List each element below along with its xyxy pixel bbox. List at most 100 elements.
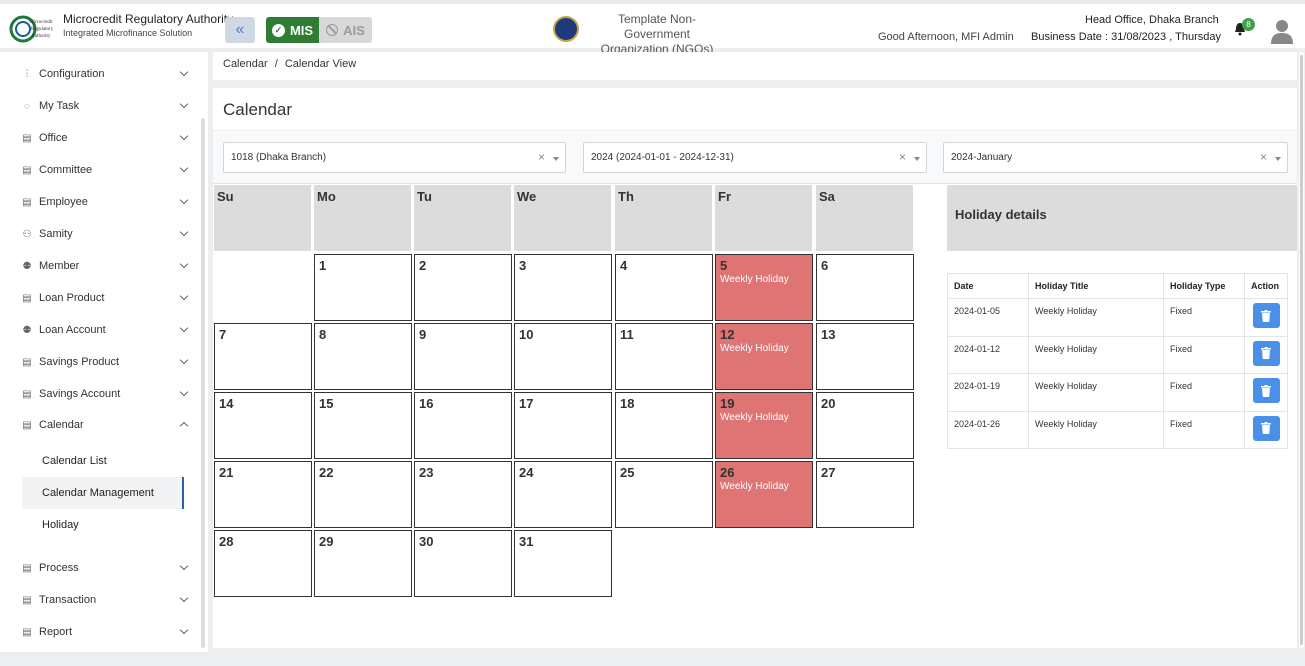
svg-text:Regulatory: Regulatory bbox=[31, 27, 54, 32]
sidebar-item-member[interactable]: ⚉ Member bbox=[21, 256, 191, 276]
sidebar-item-transaction[interactable]: ▤ Transaction bbox=[21, 590, 191, 610]
ais-toggle-button[interactable]: AIS bbox=[319, 17, 372, 43]
calendar-day-cell[interactable]: 30 bbox=[414, 530, 512, 597]
calendar-day-cell[interactable]: 14 bbox=[214, 392, 312, 459]
calendar-day-cell[interactable]: 3 bbox=[514, 254, 612, 321]
calendar-day-cell[interactable]: 18 bbox=[615, 392, 713, 459]
column-header-title: Holiday Title bbox=[1028, 273, 1164, 299]
sidebar-subitem-calendar-list[interactable]: Calendar List bbox=[22, 445, 184, 477]
sidebar-item-loan-account[interactable]: ⚉ Loan Account bbox=[21, 320, 191, 340]
calendar-day-cell[interactable]: 21 bbox=[214, 461, 312, 528]
mra-logo: Microcredit Regulatory Authority bbox=[9, 15, 54, 43]
year-select[interactable]: 2024 (2024-01-01 - 2024-12-31) × bbox=[583, 142, 927, 173]
sidebar-item-samity[interactable]: ⚇ Samity bbox=[21, 224, 191, 244]
cell-action bbox=[1244, 373, 1288, 412]
day-number: 31 bbox=[519, 534, 534, 549]
document-icon: ▤ bbox=[22, 594, 32, 606]
sidebar-subitem-calendar-management[interactable]: Calendar Management bbox=[22, 477, 184, 509]
sidebar-item-report[interactable]: ▤ Report bbox=[21, 622, 191, 642]
calendar-day-cell[interactable]: 10 bbox=[514, 323, 612, 390]
calendar-day-cell[interactable]: 7 bbox=[214, 323, 312, 390]
calendar-day-cell[interactable]: 22 bbox=[314, 461, 412, 528]
delete-holiday-button[interactable] bbox=[1252, 340, 1280, 366]
calendar-day-cell[interactable]: 12 Weekly Holiday bbox=[715, 323, 813, 390]
delete-holiday-button[interactable] bbox=[1252, 415, 1280, 441]
sidebar-item-label: Configuration bbox=[39, 68, 105, 80]
day-number: 14 bbox=[219, 396, 234, 411]
day-number: 17 bbox=[519, 396, 534, 411]
holiday-details-title: Holiday details bbox=[947, 185, 1297, 251]
calendar-day-cell[interactable]: 2 bbox=[414, 254, 512, 321]
sidebar-item-office[interactable]: ▤ Office bbox=[21, 128, 191, 148]
day-number: 28 bbox=[219, 534, 234, 549]
sidebar-item-process[interactable]: ▤ Process bbox=[21, 558, 191, 578]
clear-icon[interactable]: × bbox=[899, 150, 906, 164]
chevron-down-icon bbox=[179, 99, 189, 109]
calendar-day-cell[interactable]: 11 bbox=[615, 323, 713, 390]
calendar-day-cell[interactable]: 20 bbox=[816, 392, 914, 459]
calendar-day-cell[interactable]: 16 bbox=[414, 392, 512, 459]
sidebar-item-employee[interactable]: ▤ Employee bbox=[21, 192, 191, 212]
chevron-down-icon bbox=[179, 259, 189, 269]
month-select[interactable]: 2024-January × bbox=[943, 142, 1288, 173]
calendar-day-cell[interactable]: 13 bbox=[816, 323, 914, 390]
calendar-day-cell[interactable]: 23 bbox=[414, 461, 512, 528]
calendar-day-cell[interactable]: 25 bbox=[615, 461, 713, 528]
chevron-down-icon bbox=[179, 227, 189, 237]
calendar-day-cell[interactable]: 24 bbox=[514, 461, 612, 528]
calendar-day-cell[interactable]: 29 bbox=[314, 530, 412, 597]
spinner-icon: ◌ bbox=[24, 100, 30, 112]
calendar-day-cell[interactable]: 9 bbox=[414, 323, 512, 390]
sidebar-scrollbar[interactable] bbox=[201, 118, 205, 648]
sidebar-item-savings-account[interactable]: ▤ Savings Account bbox=[21, 384, 191, 404]
day-number: 22 bbox=[319, 465, 334, 480]
calendar-day-cell[interactable]: 6 bbox=[816, 254, 914, 321]
day-number: 4 bbox=[620, 258, 628, 273]
delete-holiday-button[interactable] bbox=[1252, 378, 1280, 403]
calendar-day-cell[interactable]: 15 bbox=[314, 392, 412, 459]
user-avatar-icon[interactable] bbox=[1270, 18, 1294, 44]
holiday-label: Weekly Holiday bbox=[720, 274, 789, 285]
weekday-header: Su bbox=[214, 185, 311, 251]
holiday-label: Weekly Holiday bbox=[720, 412, 789, 423]
sidebar-item-my-task[interactable]: ◌ My Task bbox=[21, 96, 191, 116]
clear-icon[interactable]: × bbox=[538, 150, 545, 164]
chevron-down-icon bbox=[179, 67, 189, 77]
sidebar-item-committee[interactable]: ▤ Committee bbox=[21, 160, 191, 180]
sidebar-item-label: Committee bbox=[39, 164, 93, 176]
breadcrumb-separator: / bbox=[274, 58, 278, 70]
sidebar-item-configuration[interactable]: ⫶ Configuration bbox=[21, 64, 191, 84]
calendar-day-cell[interactable]: 1 bbox=[314, 254, 412, 321]
calendar-day-cell[interactable]: 28 bbox=[214, 530, 312, 597]
breadcrumb-parent-link[interactable]: Calendar bbox=[223, 58, 268, 70]
collapse-sidebar-button[interactable]: « bbox=[225, 17, 255, 43]
clear-icon[interactable]: × bbox=[1260, 150, 1267, 164]
calendar-day-cell[interactable]: 17 bbox=[514, 392, 612, 459]
filter-bar: 1018 (Dhaka Branch) × 2024 (2024-01-01 -… bbox=[213, 130, 1297, 184]
mis-toggle-button[interactable]: ✓ MIS bbox=[266, 17, 319, 43]
delete-holiday-button[interactable] bbox=[1252, 303, 1280, 328]
sidebar-item-savings-product[interactable]: ▤ Savings Product bbox=[21, 352, 191, 372]
branch-select[interactable]: 1018 (Dhaka Branch) × bbox=[223, 142, 566, 173]
calendar-day-cell[interactable]: 27 bbox=[816, 461, 914, 528]
calendar-day-cell[interactable]: 19 Weekly Holiday bbox=[715, 392, 813, 459]
sidebar-item-label: Member bbox=[39, 260, 80, 272]
day-number: 27 bbox=[821, 465, 836, 480]
calendar-panel: Calendar 1018 (Dhaka Branch) × 2024 (202… bbox=[213, 88, 1297, 648]
weekday-header: Fr bbox=[715, 185, 812, 251]
calendar-day-cell[interactable]: 8 bbox=[314, 323, 412, 390]
sidebar-item-loan-product[interactable]: ▤ Loan Product bbox=[21, 288, 191, 308]
calendar-day-cell[interactable]: 4 bbox=[615, 254, 713, 321]
calendar-day-cell[interactable]: 31 bbox=[514, 530, 612, 597]
column-header-date: Date bbox=[947, 273, 1029, 299]
chevron-down-icon bbox=[179, 323, 189, 333]
cell-title: Weekly Holiday bbox=[1028, 335, 1164, 374]
sidebar-item-label: Office bbox=[39, 132, 68, 144]
sidebar-item-label: Savings Account bbox=[39, 388, 121, 400]
page-scrollbar[interactable] bbox=[1300, 55, 1303, 645]
sidebar-subitem-holiday[interactable]: Holiday bbox=[22, 509, 184, 541]
sidebar-item-calendar[interactable]: ▤ Calendar bbox=[21, 415, 191, 435]
calendar-day-cell[interactable]: 26 Weekly Holiday bbox=[715, 461, 813, 528]
calendar-day-cell[interactable]: 5 Weekly Holiday bbox=[715, 254, 813, 321]
page-title: Calendar bbox=[223, 100, 292, 119]
